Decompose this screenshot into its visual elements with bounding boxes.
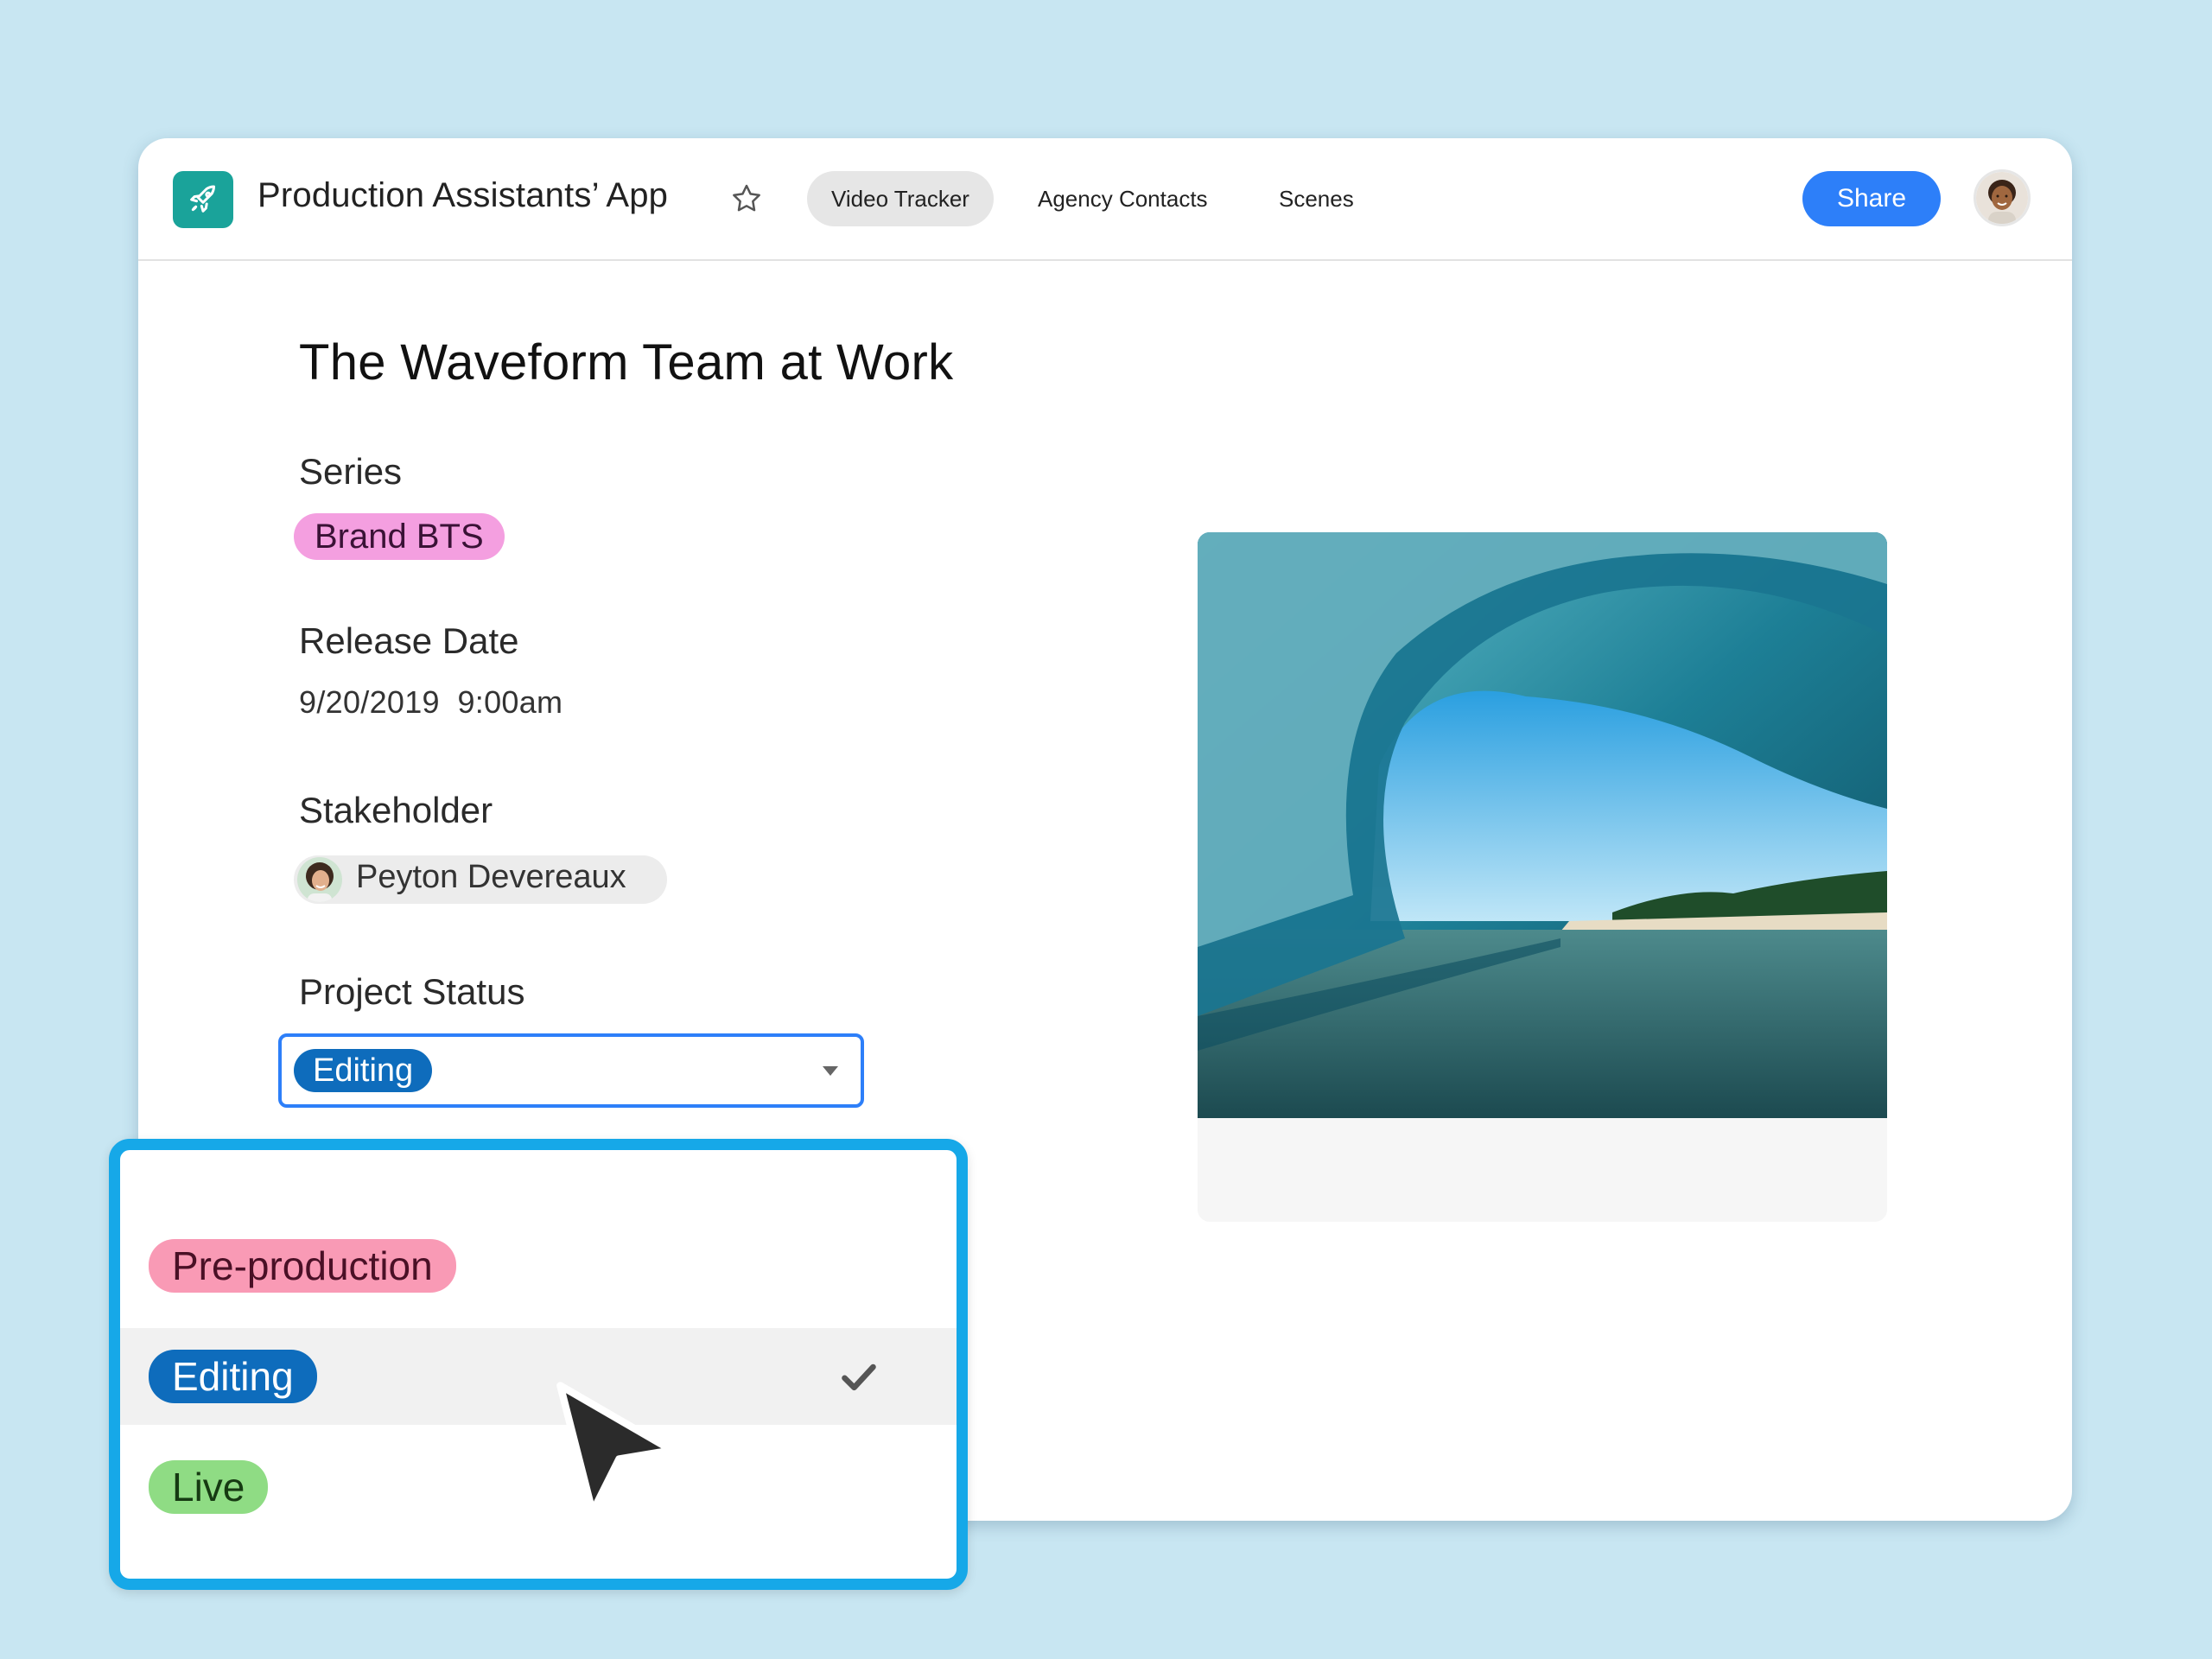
tab-video-tracker[interactable]: Video Tracker — [807, 171, 994, 226]
app-logo[interactable] — [173, 171, 233, 228]
series-label: Series — [299, 451, 403, 492]
project-status-value: Editing — [294, 1049, 433, 1092]
status-dropdown-menu: Pre-production Editing Live — [109, 1139, 968, 1590]
status-option-editing[interactable]: Editing — [120, 1328, 957, 1425]
project-status-select[interactable]: Editing — [278, 1033, 864, 1108]
stakeholder-pill[interactable]: Peyton Devereaux — [294, 855, 667, 904]
status-pill-pre-production: Pre-production — [149, 1239, 456, 1293]
stakeholder-name: Peyton Devereaux — [356, 859, 626, 895]
attachment-gallery — [1198, 532, 1887, 1222]
user-avatar-image — [1976, 172, 2028, 224]
tab-scenes[interactable]: Scenes — [1279, 171, 1354, 226]
checkmark-icon — [842, 1363, 876, 1391]
chevron-down-icon[interactable] — [823, 1066, 838, 1076]
release-date-label: Release Date — [299, 620, 519, 661]
status-pill-live: Live — [149, 1460, 269, 1514]
share-button[interactable]: Share — [1802, 171, 1941, 226]
status-pill-editing: Editing — [149, 1350, 317, 1403]
wave-photo[interactable] — [1198, 532, 1887, 1118]
stakeholder-label: Stakeholder — [299, 790, 493, 830]
status-option-pre-production[interactable]: Pre-production — [120, 1217, 957, 1314]
mouse-cursor-icon — [556, 1382, 676, 1516]
release-date-value[interactable]: 9/20/2019 9:00am — [299, 684, 563, 721]
series-pill[interactable]: Brand BTS — [294, 513, 505, 560]
tab-agency-contacts[interactable]: Agency Contacts — [1038, 171, 1208, 226]
user-avatar[interactable] — [1974, 169, 2031, 226]
top-bar: Production Assistants’ App Video Tracker… — [138, 138, 2072, 261]
app-title: Production Assistants’ App — [257, 176, 669, 214]
rocket-icon — [190, 185, 215, 213]
record-title: The Waveform Team at Work — [299, 334, 954, 391]
star-icon[interactable] — [729, 181, 764, 216]
stakeholder-avatar — [297, 857, 342, 902]
status-option-live[interactable]: Live — [120, 1439, 957, 1535]
project-status-label: Project Status — [299, 971, 525, 1012]
